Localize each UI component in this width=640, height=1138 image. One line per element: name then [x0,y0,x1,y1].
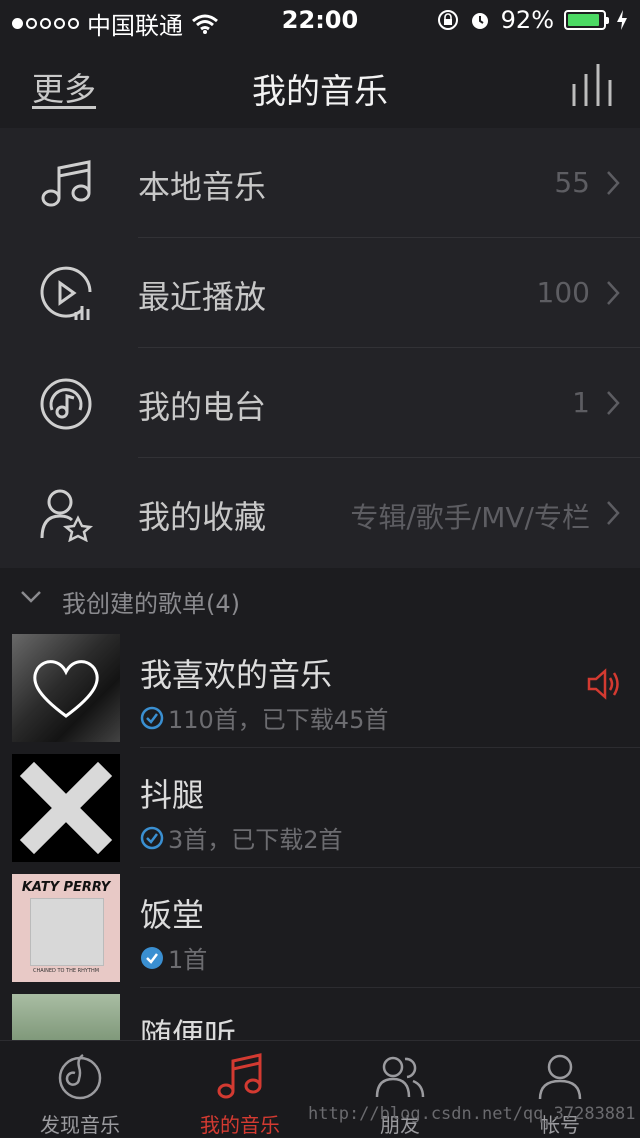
speaker-icon [587,668,619,700]
tab-my-music[interactable]: 我的音乐 [160,1041,320,1137]
playlist-subtitle: 1首 [168,946,208,974]
equalizer-icon[interactable] [570,62,614,106]
music-note-icon [217,1053,262,1099]
battery-percent: 92% [500,6,554,34]
playlist-item[interactable]: 随便听 [0,988,640,1040]
menu-local-music[interactable]: 本地音乐 55 [0,128,640,238]
chevron-right-icon [607,281,620,305]
playlist-cover [12,634,120,742]
battery-icon [564,10,609,30]
charging-bolt-icon [617,10,627,30]
playlist-subtitle: 3首，已下载2首 [168,826,343,854]
menu-count: 100 [536,276,590,309]
chevron-right-icon [607,171,620,195]
playlist-list: 我喜欢的音乐 110首，已下载45首 抖腿 3首，已下载2首 KATY PERR… [0,628,640,1040]
chevron-down-icon [21,591,41,603]
alarm-icon [471,13,488,29]
recent-play-icon [40,266,92,320]
playlist-item[interactable]: 我喜欢的音乐 110首，已下载45首 [0,628,640,748]
playlist-cover: KATY PERRY CHAINED TO THE RHYTHM [12,874,120,982]
downloaded-check-icon [140,706,164,729]
section-title: 我创建的歌单(4) [62,590,240,618]
x-mark-icon [19,761,113,855]
tab-label: 发现音乐 [40,1113,120,1137]
playlist-subtitle: 110首，已下载45首 [168,706,389,734]
menu-label: 最近播放 [138,278,267,316]
tab-discover-music[interactable]: 发现音乐 [0,1041,160,1137]
downloaded-check-icon [140,826,164,849]
friends-icon [375,1056,425,1098]
status-bar: 中国联通 22:00 92% [0,0,640,40]
user-star-icon [40,489,94,542]
downloaded-check-icon [141,946,163,969]
menu-label: 我的收藏 [138,498,267,536]
chevron-right-icon [607,391,620,415]
menu-my-radio[interactable]: 我的电台 1 [0,348,640,458]
playlist-item[interactable]: KATY PERRY CHAINED TO THE RHYTHM 饭堂 1首 [0,868,640,988]
my-music-menu: 本地音乐 55 最近播放 100 我的电台 1 我的收藏 专辑/歌手/MV/专栏 [0,128,640,568]
playlist-name: 我喜欢的音乐 [140,656,333,694]
playlist-name: 饭堂 [140,896,205,934]
cover-album-text: CHAINED TO THE RHYTHM [32,968,100,974]
watermark: http://blog.csdn.net/qq_37283881 [308,1104,636,1124]
chevron-right-icon [607,501,620,525]
rotation-lock-icon [437,10,458,30]
menu-recent-play[interactable]: 最近播放 100 [0,238,640,348]
heart-outline-icon [12,634,120,742]
menu-count: 1 [572,386,590,419]
menu-label: 本地音乐 [138,168,267,206]
radio-icon [40,378,92,430]
cover-artist-text: KATY PERRY [21,880,111,895]
tab-label: 我的音乐 [200,1113,280,1137]
music-note-icon [41,160,91,207]
menu-value: 专辑/歌手/MV/专栏 [350,501,590,534]
cover-art [30,898,104,966]
nav-bar: 更多 我的音乐 [0,40,640,129]
playlist-cover [12,754,120,862]
playlist-cover [12,994,120,1040]
created-playlists-header[interactable]: 我创建的歌单(4) [0,568,640,628]
account-icon [538,1054,582,1100]
menu-my-favorites[interactable]: 我的收藏 专辑/歌手/MV/专栏 [0,458,640,568]
page-title: 我的音乐 [252,72,388,112]
discover-icon [58,1053,102,1100]
playlist-item[interactable]: 抖腿 3首，已下载2首 [0,748,640,868]
menu-count: 55 [554,166,590,199]
menu-label: 我的电台 [138,388,267,426]
playlist-name: 随便听 [140,1016,237,1040]
playlist-name: 抖腿 [140,776,205,814]
